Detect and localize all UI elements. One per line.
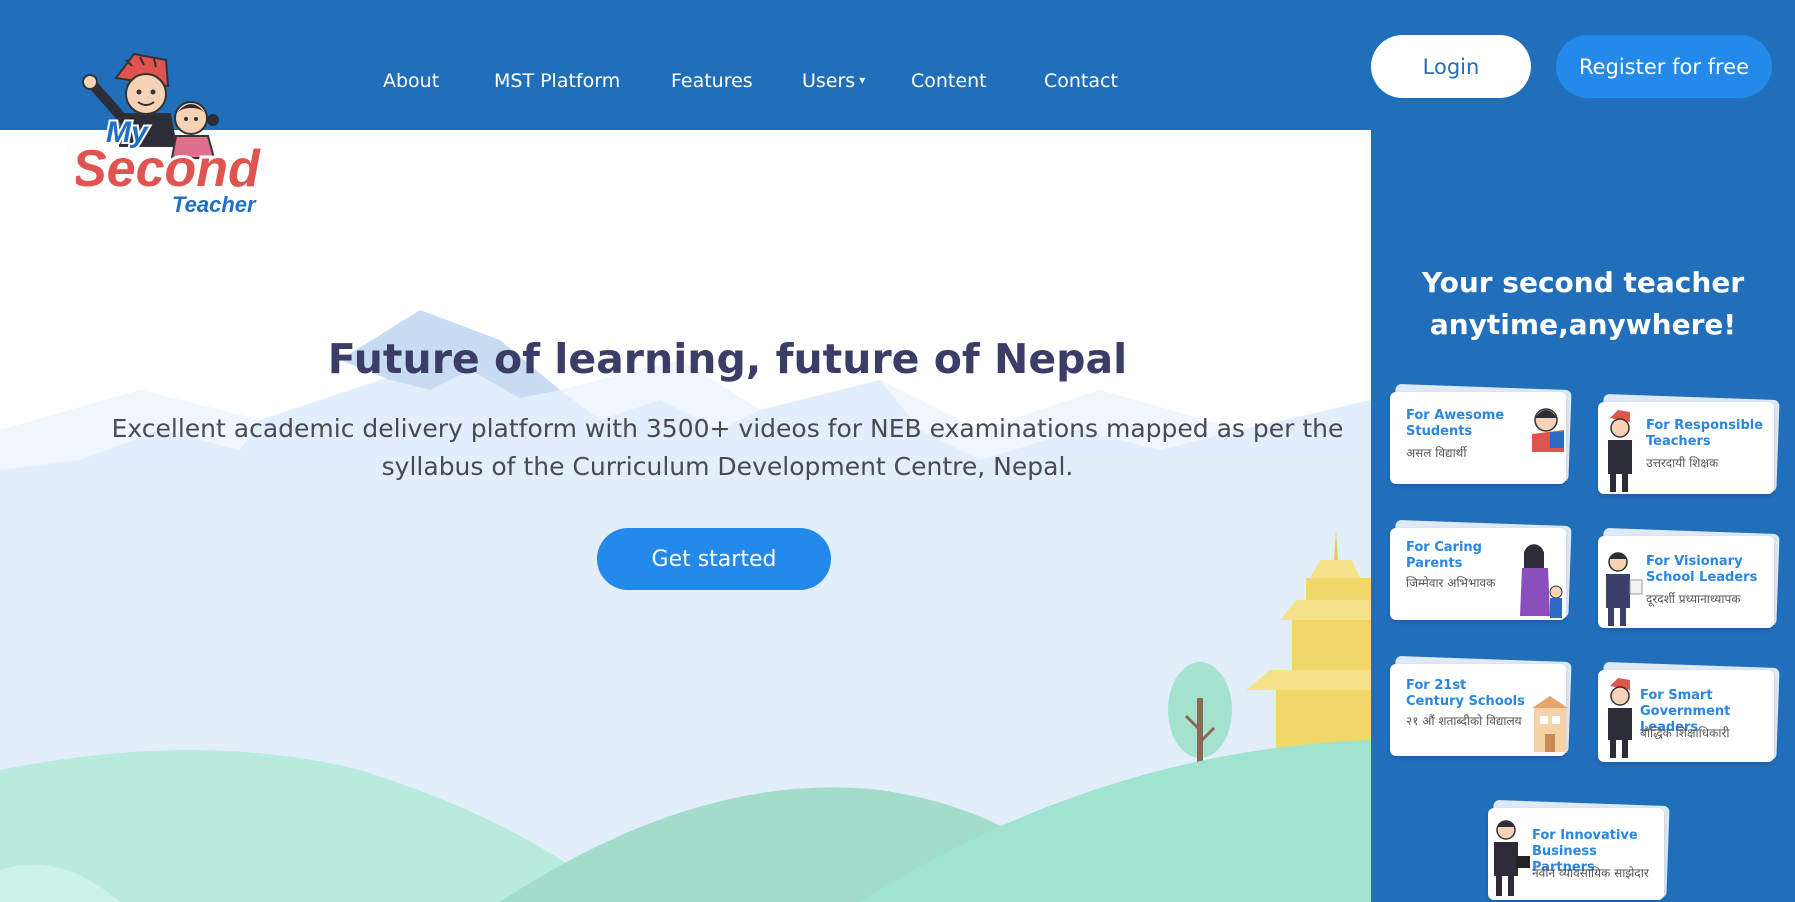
nav-mst-platform[interactable]: MST Platform (494, 64, 620, 98)
hero-section: Future of learning, future of Nepal Exce… (0, 130, 1371, 902)
card-school-leaders[interactable]: For Visionary School Leaders दूरदर्शी प्… (1598, 527, 1780, 628)
nav-about[interactable]: About (383, 64, 439, 98)
chevron-down-icon: ▾ (859, 73, 866, 87)
logo-illustration: My Second Teacher (69, 52, 264, 219)
card-school-leaders-title: For Visionary School Leaders (1646, 554, 1758, 585)
nav-content-label: Content (911, 70, 987, 92)
logo-text-second: Second (76, 140, 261, 198)
card-business-partners-subtitle: नवीन व्यावसायिक साझेदार (1532, 866, 1649, 880)
nav-users[interactable]: Users ▾ (802, 64, 865, 100)
card-government-leaders[interactable]: For Smart Government Leaders बौद्धिक शिक… (1598, 661, 1780, 762)
card-teachers-subtitle: उत्तरदायी शिक्षक (1646, 456, 1719, 470)
register-button-label: Register for free (1578, 54, 1750, 79)
mountain-landscape-illustration (0, 130, 1371, 902)
login-button-label: Login (1422, 54, 1480, 79)
nav-users-label: Users (802, 70, 856, 92)
card-students[interactable]: For Awesome Students असल विद्यार्थी (1390, 383, 1572, 484)
parent-icon (1520, 544, 1563, 618)
school-leader-icon (1606, 552, 1643, 626)
hero-subtitle: Excellent academic delivery platform wit… (111, 414, 1344, 481)
card-schools-subtitle: २१ औं शताब्दीको विद्यालय (1406, 714, 1522, 728)
nav-features-label: Features (671, 70, 753, 92)
student-icon (1532, 408, 1564, 452)
site-logo[interactable]: My Second Teacher (69, 46, 316, 224)
card-teachers-title: For Responsible Teachers (1646, 418, 1764, 449)
teacher-icon (1608, 410, 1632, 492)
card-parents[interactable]: For Caring Parents जिम्मेवार अभिभावक (1390, 519, 1572, 620)
nav-about-label: About (383, 70, 440, 92)
card-schools-title: For 21st Century Schools (1406, 678, 1525, 709)
card-schools[interactable]: For 21st Century Schools २१ औं शताब्दीको… (1390, 655, 1572, 756)
card-parents-subtitle: जिम्मेवार अभिभावक (1406, 576, 1496, 590)
card-business-partners[interactable]: For Innovative Business Partners नवीन व्… (1488, 799, 1670, 900)
card-students-subtitle: असल विद्यार्थी (1406, 446, 1467, 460)
card-parents-title: For Caring Parents (1406, 540, 1482, 571)
nav-contact[interactable]: Contact (1044, 64, 1118, 98)
card-government-leaders-subtitle: बौद्धिक शिक्षाधिकारी (1640, 726, 1730, 740)
government-leader-icon (1608, 678, 1632, 758)
card-school-leaders-subtitle: दूरदर्शी प्रध्यानाध्यापक (1646, 592, 1741, 606)
hero-title: Future of learning, future of Nepal (327, 335, 1128, 383)
panel-heading: Your second teacher anytime,anywhere! (1421, 266, 1745, 341)
nav-features[interactable]: Features (671, 64, 753, 98)
nav-content[interactable]: Content (911, 64, 987, 98)
nav-mst-platform-label: MST Platform (494, 70, 621, 92)
get-started-button-label: Get started (651, 546, 777, 572)
business-partner-icon (1494, 820, 1530, 896)
user-types-panel: Your second teacher anytime,anywhere! Fo… (1371, 130, 1795, 902)
card-students-title: For Awesome Students (1406, 408, 1505, 439)
logo-text-teacher: Teacher (172, 192, 257, 217)
nav-contact-label: Contact (1044, 70, 1118, 92)
card-teachers[interactable]: For Responsible Teachers उत्तरदायी शिक्ष… (1598, 393, 1780, 494)
register-button[interactable]: Register for free (1556, 35, 1772, 98)
get-started-button[interactable]: Get started (597, 528, 831, 590)
login-button[interactable]: Login (1371, 35, 1531, 98)
school-building-icon (1532, 696, 1568, 752)
